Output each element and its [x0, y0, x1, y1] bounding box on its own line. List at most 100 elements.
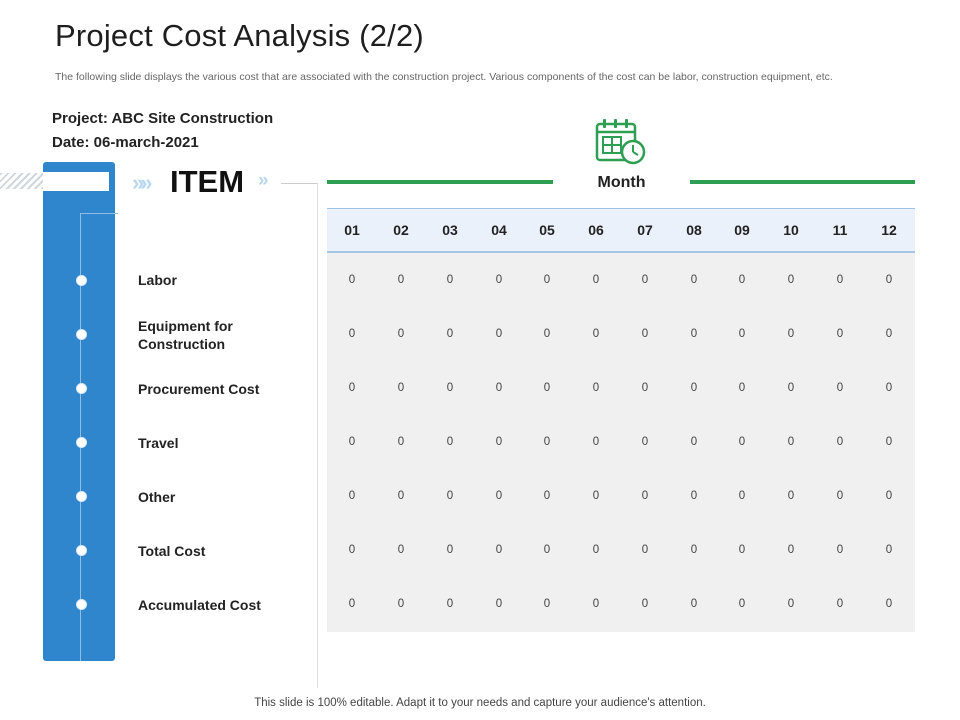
table-cell: 0 — [592, 544, 600, 556]
project-date: Date: 06-march-2021 — [52, 134, 199, 151]
table-cell: 0 — [787, 274, 795, 286]
table-cell: 0 — [836, 328, 844, 340]
row-bullet-dot — [76, 437, 87, 448]
table-cell: 0 — [592, 274, 600, 286]
table-cell: 0 — [495, 436, 503, 448]
cost-table — [327, 208, 915, 632]
table-cell: 0 — [690, 382, 698, 394]
item-sidebar-bar — [43, 162, 115, 661]
table-cell: 0 — [690, 274, 698, 286]
row-label: Equipment for Construction — [138, 318, 233, 352]
row-bullet-dot — [76, 383, 87, 394]
table-cell: 0 — [738, 328, 746, 340]
table-cell: 0 — [836, 544, 844, 556]
table-cell: 0 — [836, 382, 844, 394]
table-cell: 0 — [641, 544, 649, 556]
table-cell: 0 — [446, 544, 454, 556]
table-cell: 0 — [836, 490, 844, 502]
table-cell: 0 — [738, 490, 746, 502]
table-cell: 0 — [885, 544, 893, 556]
sidebar-notch — [43, 172, 109, 191]
table-cell: 0 — [738, 382, 746, 394]
table-cell: 0 — [348, 328, 356, 340]
table-cell: 0 — [592, 328, 600, 340]
table-cell: 0 — [495, 382, 503, 394]
table-cell: 0 — [592, 598, 600, 610]
row-bullet-dot — [76, 275, 87, 286]
table-cell: 0 — [495, 274, 503, 286]
month-column-header: 07 — [637, 222, 653, 238]
table-cell: 0 — [641, 328, 649, 340]
row-bullet-dot — [76, 545, 87, 556]
table-cell: 0 — [348, 598, 356, 610]
table-cell: 0 — [495, 490, 503, 502]
table-cell: 0 — [397, 382, 405, 394]
table-cell: 0 — [446, 328, 454, 340]
page-subtitle: The following slide displays the various… — [55, 71, 833, 83]
table-cell: 0 — [690, 436, 698, 448]
table-cell: 0 — [592, 436, 600, 448]
column-divider — [317, 183, 318, 688]
table-cell: 0 — [592, 382, 600, 394]
table-cell: 0 — [592, 490, 600, 502]
table-cell: 0 — [641, 436, 649, 448]
table-cell: 0 — [690, 544, 698, 556]
table-cell: 0 — [690, 328, 698, 340]
row-label: Labor — [138, 272, 177, 288]
row-bullet-dot — [76, 491, 87, 502]
month-column-header: 10 — [783, 222, 799, 238]
month-column-header: 02 — [393, 222, 409, 238]
table-cell: 0 — [738, 436, 746, 448]
table-cell: 0 — [738, 544, 746, 556]
row-label: Other — [138, 489, 176, 505]
chevron-right-icon: » — [258, 170, 268, 191]
row-label: Accumulated Cost — [138, 597, 261, 613]
table-cell: 0 — [543, 598, 551, 610]
month-rule-right — [690, 180, 915, 184]
table-cell: 0 — [397, 544, 405, 556]
row-bullet-dot — [76, 599, 87, 610]
row-label: Total Cost — [138, 543, 206, 559]
table-cell: 0 — [397, 328, 405, 340]
table-cell: 0 — [885, 382, 893, 394]
table-cell: 0 — [495, 328, 503, 340]
table-cell: 0 — [348, 544, 356, 556]
month-column-header: 11 — [832, 222, 848, 238]
month-rule-left — [327, 180, 553, 184]
table-cell: 0 — [690, 598, 698, 610]
table-cell: 0 — [885, 598, 893, 610]
table-cell: 0 — [397, 598, 405, 610]
table-cell: 0 — [787, 598, 795, 610]
page-title: Project Cost Analysis (2/2) — [55, 18, 424, 53]
table-cell: 0 — [348, 436, 356, 448]
table-cell: 0 — [641, 382, 649, 394]
table-cell: 0 — [787, 328, 795, 340]
table-cell: 0 — [787, 382, 795, 394]
item-connector-line — [281, 183, 317, 184]
footer-note: This slide is 100% editable. Adapt it to… — [254, 697, 706, 709]
table-cell: 0 — [787, 490, 795, 502]
table-cell: 0 — [446, 436, 454, 448]
month-column-header: 04 — [491, 222, 507, 238]
calendar-clock-icon — [595, 119, 646, 165]
month-column-header: 08 — [686, 222, 702, 238]
row-label: Travel — [138, 435, 179, 451]
table-cell: 0 — [690, 490, 698, 502]
month-column-header: 12 — [881, 222, 897, 238]
table-cell: 0 — [543, 328, 551, 340]
table-cell: 0 — [397, 274, 405, 286]
table-cell: 0 — [836, 598, 844, 610]
table-cell: 0 — [885, 436, 893, 448]
table-cell: 0 — [543, 274, 551, 286]
row-bullet-dot — [76, 329, 87, 340]
table-cell: 0 — [641, 274, 649, 286]
table-cell: 0 — [738, 598, 746, 610]
table-cell: 0 — [495, 544, 503, 556]
month-heading: Month — [597, 174, 646, 191]
table-cell: 0 — [885, 274, 893, 286]
table-cell: 0 — [446, 598, 454, 610]
table-cell: 0 — [397, 490, 405, 502]
table-cell: 0 — [543, 490, 551, 502]
table-cell: 0 — [397, 436, 405, 448]
table-cell: 0 — [348, 382, 356, 394]
